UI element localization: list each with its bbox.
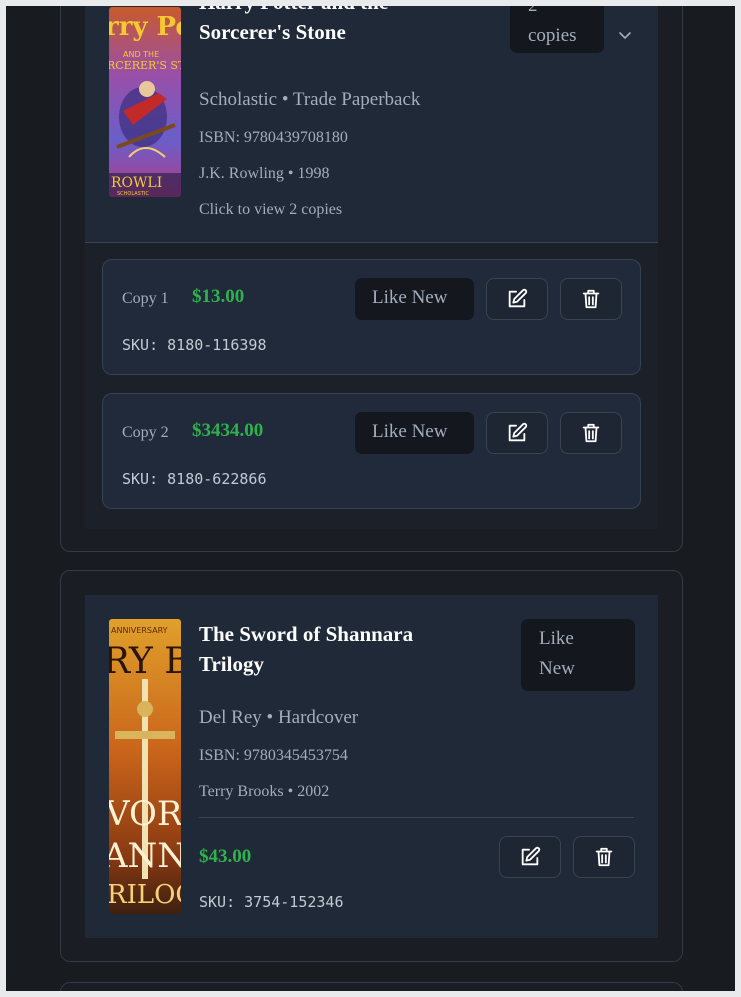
delete-button[interactable] xyxy=(560,278,622,320)
publisher-format: Scholastic • Trade Paperback xyxy=(199,89,421,110)
copy-card: Copy 1 $13.00 Like New SKU: 8180-116398 xyxy=(102,259,641,375)
svg-text:RCERER'S STO: RCERER'S STO xyxy=(109,59,181,72)
delete-button[interactable] xyxy=(573,836,635,878)
condition-badge: Like New xyxy=(355,278,474,320)
edit-button[interactable] xyxy=(486,278,548,320)
svg-text:ANNIVERSARY: ANNIVERSARY xyxy=(111,626,168,635)
book-body: ANNIVERSARY RY BR VOR ANNA RILOG The Swo… xyxy=(85,595,658,938)
condition-badge: Like New xyxy=(521,619,635,691)
book-cover-image: rry Po AND THE RCERER'S STO ROWLI SCHOLA… xyxy=(109,7,181,197)
svg-text:RILOG: RILOG xyxy=(109,880,181,910)
svg-text:RY BR: RY BR xyxy=(109,641,181,682)
copy-label: Copy 2 xyxy=(122,424,169,441)
chevron-down-icon[interactable] xyxy=(617,27,633,43)
edit-button[interactable] xyxy=(486,412,548,454)
author-year: Terry Brooks • 2002 xyxy=(199,783,330,800)
copy-label: Copy 1 xyxy=(122,290,169,307)
svg-text:rry Po: rry Po xyxy=(109,12,181,42)
book-price: $43.00 xyxy=(199,846,252,867)
copy-price: $3434.00 xyxy=(192,420,264,441)
book-sku: SKU: 3754-152346 xyxy=(199,893,344,911)
copy-sku: SKU: 8180-116398 xyxy=(122,336,267,354)
edit-icon xyxy=(508,422,528,442)
isbn: ISBN: 9780439708180 xyxy=(199,129,348,146)
trash-icon xyxy=(582,289,600,309)
divider xyxy=(199,817,634,818)
trash-icon xyxy=(582,423,600,443)
svg-text:AND THE: AND THE xyxy=(123,50,159,59)
book-title: Harry Potter and the Sorcerer's Stone xyxy=(199,6,388,44)
trash-icon xyxy=(595,847,613,867)
book-title: The Sword of Shannara Trilogy xyxy=(199,622,414,676)
copy-sku: SKU: 8180-622866 xyxy=(122,470,267,488)
view-copies-link[interactable]: Click to view 2 copies xyxy=(199,201,342,219)
delete-button[interactable] xyxy=(560,412,622,454)
svg-text:SCHOLASTIC: SCHOLASTIC xyxy=(117,191,149,197)
copy-price: $13.00 xyxy=(192,286,245,307)
condition-badge: Like New xyxy=(355,412,474,454)
book-header[interactable]: rry Po AND THE RCERER'S STO ROWLI SCHOLA… xyxy=(85,6,658,242)
edit-button[interactable] xyxy=(499,836,561,878)
book-card: ANNIVERSARY RY BR VOR ANNA RILOG The Swo… xyxy=(60,570,683,962)
svg-text:ROWLI: ROWLI xyxy=(111,175,162,191)
book-card xyxy=(60,982,683,991)
svg-text:ANNA: ANNA xyxy=(109,836,181,876)
isbn: ISBN: 9780345453754 xyxy=(199,747,348,764)
svg-text:VOR: VOR xyxy=(109,794,181,834)
copy-card: Copy 2 $3434.00 Like New SKU: 8180-62286… xyxy=(102,393,641,509)
copies-count-badge: 2 copies xyxy=(510,6,604,53)
edit-icon xyxy=(508,288,528,308)
edit-icon xyxy=(521,846,541,866)
book-cover-image: ANNIVERSARY RY BR VOR ANNA RILOG xyxy=(109,619,181,914)
author-year: J.K. Rowling • 1998 xyxy=(199,165,330,182)
book-list-viewport: rry Po AND THE RCERER'S STO ROWLI SCHOLA… xyxy=(6,6,735,991)
publisher-format: Del Rey • Hardcover xyxy=(199,707,359,728)
